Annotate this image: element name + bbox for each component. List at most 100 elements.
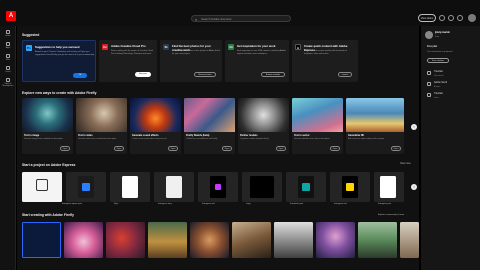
files-icon xyxy=(6,54,10,58)
sidebar-item-learn[interactable]: Learn xyxy=(2,66,14,73)
artwork-thumbnail[interactable] xyxy=(106,222,145,258)
search-icon: ⌕ xyxy=(195,17,198,22)
open-button[interactable]: Open xyxy=(391,146,401,151)
link-label[interactable]: Tutorials xyxy=(434,71,443,73)
artwork-thumbnail[interactable] xyxy=(64,222,103,258)
tool-title: Partner models xyxy=(240,134,258,137)
apps-grid-icon[interactable] xyxy=(457,15,463,21)
express-card[interactable] xyxy=(22,172,62,202)
right-panel: jimmy marvin Free Free plan Your informa… xyxy=(421,26,480,270)
sidebar-item-files[interactable]: Files xyxy=(2,54,14,61)
avatar xyxy=(425,31,433,39)
plan-desc: Your information is protected xyxy=(427,51,453,53)
express-card[interactable] xyxy=(242,172,282,202)
express-card[interactable] xyxy=(110,172,150,202)
carousel-next-button[interactable]: › xyxy=(411,184,417,190)
apps-icon xyxy=(6,42,10,46)
community-toggle[interactable]: Explore community & more xyxy=(378,214,404,216)
template-thumbnail xyxy=(298,176,314,198)
sidebar-item-stock[interactable]: Stock & Marketplace xyxy=(2,78,14,87)
adobe-logo-icon[interactable]: A xyxy=(6,11,16,21)
tool-desc: Collaborate on moodboards with Firefly. xyxy=(186,138,218,140)
view-more-link[interactable]: View more xyxy=(400,163,411,165)
tool-card-generative-fill[interactable]: Generative fill Add, remove or replace o… xyxy=(346,98,404,154)
express-card[interactable] xyxy=(198,172,238,202)
artwork-thumbnail[interactable] xyxy=(274,222,313,258)
link-label[interactable]: Tutorials xyxy=(434,93,443,95)
tool-card-text-to-image[interactable]: Text to image Generate images from a det… xyxy=(22,98,73,154)
card-desc: Make standout content quickly with thous… xyxy=(304,50,348,55)
open-button[interactable]: Open xyxy=(276,146,286,151)
avatar[interactable] xyxy=(468,14,476,22)
carousel-next-button[interactable]: › xyxy=(411,124,417,130)
express-card[interactable] xyxy=(374,172,404,202)
sidebar-item-home[interactable]: Home xyxy=(2,30,14,37)
tool-image xyxy=(130,98,181,132)
learn-icon xyxy=(427,93,431,97)
tool-image xyxy=(184,98,235,132)
tool-card-text-to-video[interactable]: Text to video Generate videos from a det… xyxy=(76,98,127,154)
artwork-thumbnail[interactable] xyxy=(358,222,397,258)
open-button[interactable]: Open xyxy=(60,146,70,151)
tool-desc: Generate videos from a detailed text des… xyxy=(78,138,117,140)
tool-desc: Generate images from a detailed text des… xyxy=(24,138,64,140)
express-card-label: Instagram story xyxy=(158,203,172,205)
suggestion-card: A Create quick content with Adobe Expres… xyxy=(292,40,358,82)
top-bar: A ⌕ Search Adobe Express View plans xyxy=(0,0,480,26)
tool-card-sound-effects[interactable]: Generate sound effects Create custom sou… xyxy=(130,98,181,154)
tool-desc: Try partner models alongside Firefly. xyxy=(240,138,269,140)
notifications-icon[interactable] xyxy=(448,15,454,21)
search-input[interactable]: ⌕ Search Adobe Express xyxy=(191,15,291,22)
tutorials-icon xyxy=(427,71,431,75)
launch-button[interactable]: Launch xyxy=(338,72,352,77)
card-desc: Find inspiration in over 1000 tutorials … xyxy=(237,50,286,55)
express-card[interactable] xyxy=(66,172,106,202)
help-icon[interactable] xyxy=(439,15,445,21)
open-button[interactable]: Open xyxy=(114,146,124,151)
search-placeholder: Search Adobe Express xyxy=(201,17,232,21)
tool-image xyxy=(292,98,343,132)
view-plans-button[interactable]: View plans xyxy=(418,14,436,22)
buy-now-button[interactable]: Buy now xyxy=(135,72,151,77)
tool-image xyxy=(346,98,404,132)
express-card-label: Instagram reel xyxy=(202,203,215,205)
express-card[interactable] xyxy=(286,172,326,202)
tool-title: Text to video xyxy=(78,134,93,137)
template-thumbnail xyxy=(380,176,396,198)
sidebar-item-apps[interactable]: Apps xyxy=(2,42,14,49)
artwork-thumbnail[interactable] xyxy=(22,222,61,258)
open-button[interactable]: Open xyxy=(222,146,232,151)
sidebar: Home Apps Files Learn Stock & Marketplac… xyxy=(0,26,16,270)
tool-card-boards[interactable]: Firefly Boards (beta) Collaborate on moo… xyxy=(184,98,235,154)
express-card-label: Flyer xyxy=(114,203,119,205)
express-card[interactable] xyxy=(330,172,370,202)
stock-icon xyxy=(427,82,431,86)
ok-button[interactable]: Ok xyxy=(73,73,87,78)
card-desc: Keep creating with the power of Creative… xyxy=(111,50,153,55)
artwork-thumbnail[interactable] xyxy=(316,222,355,258)
tool-card-text-to-vector[interactable]: Text to vector Generate editable vectors… xyxy=(292,98,343,154)
browse-tutorials-button[interactable]: Browse tutorials xyxy=(261,72,285,77)
link-sub: Learn xyxy=(434,97,439,99)
open-button[interactable]: Open xyxy=(330,146,340,151)
artwork-thumbnail[interactable] xyxy=(232,222,271,258)
stock-icon: St xyxy=(163,44,169,50)
free-plan-label: Free plan xyxy=(427,46,438,48)
express-card-label: Instagram square post xyxy=(62,203,82,205)
artwork-thumbnail[interactable] xyxy=(190,222,229,258)
upload-icon xyxy=(36,179,48,191)
tool-title: Firefly Boards (beta) xyxy=(186,134,210,137)
browse-photos-button[interactable]: Browse photos xyxy=(194,72,216,77)
tool-card-partner-models[interactable]: Partner models Try partner models alongs… xyxy=(238,98,289,154)
tool-title: Text to image xyxy=(24,134,40,137)
artwork-thumbnail[interactable] xyxy=(148,222,187,258)
template-thumbnail xyxy=(342,176,358,198)
view-all-plans-button[interactable]: View all plans xyxy=(427,58,449,63)
link-label[interactable]: Adobe Stock xyxy=(434,82,447,84)
stock-icon xyxy=(6,78,10,82)
start-firefly-heading: Start creating with Adobe Firefly xyxy=(22,213,75,217)
express-heading: Start a project on Adobe Express xyxy=(22,163,76,167)
express-card[interactable] xyxy=(154,172,194,202)
open-button[interactable]: Open xyxy=(168,146,178,151)
artwork-thumbnail[interactable] xyxy=(400,222,419,258)
